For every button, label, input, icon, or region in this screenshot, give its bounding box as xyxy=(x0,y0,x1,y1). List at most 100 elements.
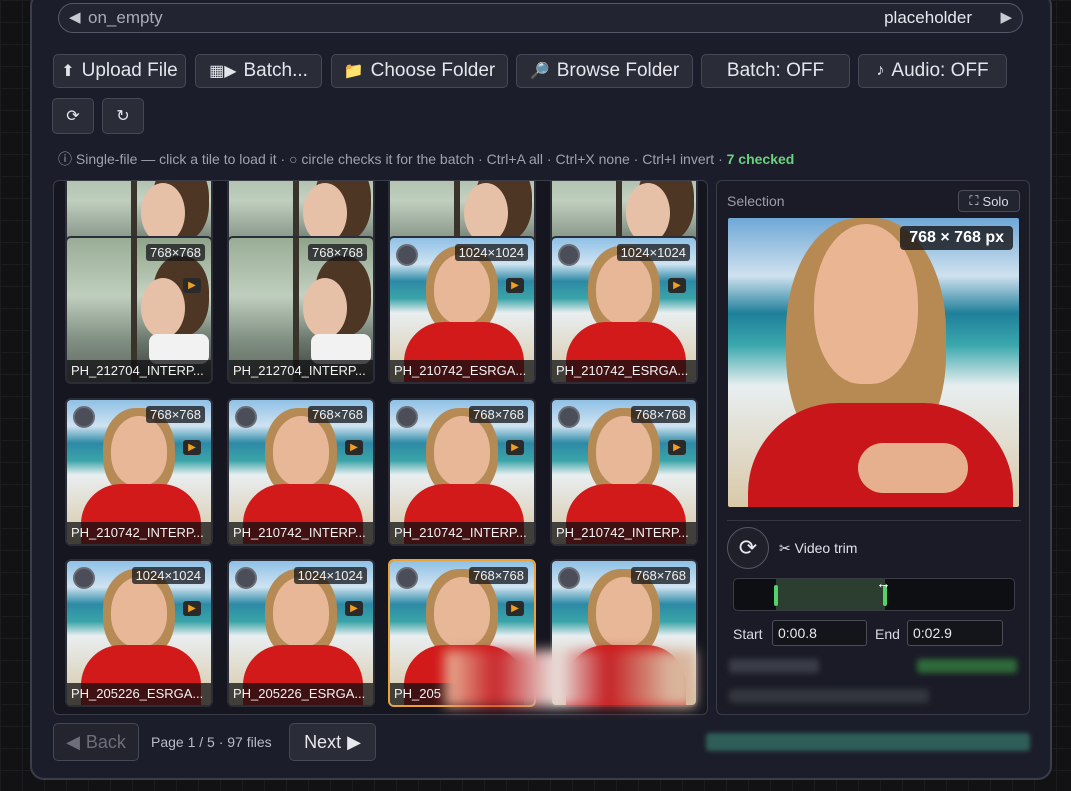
rotate-button[interactable]: ⟳ xyxy=(727,527,769,569)
batch-toggle-button[interactable]: Batch: OFF xyxy=(701,54,850,88)
file-tile[interactable]: 768×768 ▶ PH_210742_INTERP... xyxy=(388,398,536,546)
page-info: Page 1 / 5 · 97 files xyxy=(151,734,272,750)
video-play-icon: ▶ xyxy=(506,278,524,293)
combo-left-arrow-icon[interactable]: ◀ xyxy=(69,8,81,26)
video-play-icon: ▶ xyxy=(183,278,201,293)
file-tile[interactable]: 768×768 ▶ PH_210742_INTERP... xyxy=(65,398,213,546)
video-trim-title: ✂ Video trim xyxy=(779,540,857,557)
start-time-input[interactable] xyxy=(772,620,867,646)
back-arrow-icon: ◀ xyxy=(66,731,80,752)
refresh-icon: ⟳ xyxy=(66,108,80,125)
batch-play-icon: ▦▶ xyxy=(209,63,237,80)
batch-check-circle[interactable] xyxy=(558,406,580,428)
combo-right-arrow-icon[interactable]: ▶ xyxy=(1000,8,1012,26)
next-button[interactable]: Next ▶ xyxy=(289,723,376,761)
on-empty-combo[interactable]: ◀ on_empty placeholder ▶ xyxy=(58,3,1023,33)
batch-check-circle[interactable] xyxy=(235,567,257,589)
batch-check-circle[interactable] xyxy=(235,406,257,428)
audio-toggle-button[interactable]: ♪ Audio: OFF xyxy=(858,54,1007,88)
resize-cursor-icon: ↔ xyxy=(876,575,891,592)
back-button[interactable]: ◀ Back xyxy=(53,723,139,761)
preview-dims-badge: 768 × 768 px xyxy=(900,226,1013,250)
tile-filename: PH_205226_ESRGA... xyxy=(67,683,211,705)
selection-caption: Selection xyxy=(727,193,785,209)
tile-dims-badge: 768×768 xyxy=(469,406,528,423)
rotate-icon: ⟳ xyxy=(738,535,758,560)
tile-filename: PH_210742_ESRGA... xyxy=(552,360,696,382)
selection-panel: Selection ⛶ Solo 768 × 768 px ⟳ ✂ Video … xyxy=(716,180,1030,715)
video-play-icon: ▶ xyxy=(506,601,524,616)
trim-track[interactable]: ↔ xyxy=(733,575,1015,611)
video-play-icon: ▶ xyxy=(506,440,524,455)
file-tile[interactable]: 1024×1024 ▶ PH_205226_ESRGA... xyxy=(227,559,375,707)
combo-value: placeholder xyxy=(884,8,972,27)
back-label: Back xyxy=(85,731,126,752)
blurred-info xyxy=(729,659,819,673)
folder-icon: 📁 xyxy=(343,63,364,80)
batch-check-circle[interactable] xyxy=(558,567,580,589)
file-tile[interactable]: 1024×1024 ▶ PH_210742_ESRGA... xyxy=(550,236,698,384)
tile-dims-badge: 768×768 xyxy=(146,406,205,423)
file-tile[interactable]: 1024×1024 ▶ PH_205226_ESRGA... xyxy=(65,559,213,707)
help-hint-text: ⓘ Single-file — click a tile to load it … xyxy=(58,151,727,167)
tile-dims-badge: 1024×1024 xyxy=(616,244,690,261)
blurred-filename xyxy=(729,689,929,703)
blurred-status xyxy=(917,659,1017,673)
video-play-icon: ▶ xyxy=(183,601,201,616)
tile-filename: PH_210742_INTERP... xyxy=(552,522,696,544)
solo-button[interactable]: ⛶ Solo xyxy=(958,190,1020,212)
tile-dims-badge: 768×768 xyxy=(308,244,367,261)
upload-file-label: Upload File xyxy=(81,60,178,81)
fullscreen-icon: ⛶ xyxy=(969,193,979,208)
file-grid[interactable]: PH_212704_ESRGA...PH_212704_ESRGA...PH_2… xyxy=(53,180,708,715)
upload-icon: ⬆ xyxy=(61,63,75,80)
batch-check-circle[interactable] xyxy=(73,406,95,428)
file-tile[interactable]: 768×768 ▶ PH_210742_INTERP... xyxy=(550,398,698,546)
tile-dims-badge: 768×768 xyxy=(631,406,690,423)
file-tile[interactable]: 1024×1024 ▶ PH_210742_ESRGA... xyxy=(388,236,536,384)
video-play-icon: ▶ xyxy=(668,278,686,293)
combo-name: on_empty xyxy=(88,8,163,27)
tile-dims-badge: 1024×1024 xyxy=(293,567,367,584)
batch-check-circle[interactable] xyxy=(73,567,95,589)
tile-dims-badge: 768×768 xyxy=(308,406,367,423)
tile-filename: PH_210742_INTERP... xyxy=(390,522,534,544)
tile-dims-badge: 1024×1024 xyxy=(131,567,205,584)
trim-range xyxy=(776,579,885,610)
tile-filename: PH_210742_ESRGA... xyxy=(390,360,534,382)
choose-folder-button[interactable]: 📁 Choose Folder xyxy=(331,54,508,88)
batch-check-circle[interactable] xyxy=(558,244,580,266)
next-arrow-icon: ▶ xyxy=(347,731,361,752)
start-label: Start xyxy=(733,626,763,642)
browse-folder-button[interactable]: 🔎 Browse Folder xyxy=(516,54,693,88)
refresh-button[interactable]: ⟳ xyxy=(52,98,94,134)
tile-filename: PH_212704_INTERP... xyxy=(67,360,211,382)
video-play-icon: ▶ xyxy=(183,440,201,455)
batch-button[interactable]: ▦▶ Batch... xyxy=(195,54,322,88)
file-tile[interactable]: 768×768 PH_212704_INTERP... xyxy=(227,236,375,384)
reload-button[interactable]: ↻ xyxy=(102,98,144,134)
batch-check-circle[interactable] xyxy=(396,244,418,266)
tile-dims-badge: 768×768 xyxy=(469,567,528,584)
end-label: End xyxy=(875,626,900,642)
video-play-icon: ▶ xyxy=(668,440,686,455)
music-note-icon: ♪ xyxy=(876,62,885,79)
trim-start-handle[interactable] xyxy=(774,585,778,606)
batch-check-circle[interactable] xyxy=(396,406,418,428)
video-play-icon: ▶ xyxy=(345,601,363,616)
audio-toggle-label: Audio: OFF xyxy=(891,60,989,81)
video-play-icon: ▶ xyxy=(345,440,363,455)
file-tile[interactable]: 768×768 ▶ PH_210742_INTERP... xyxy=(227,398,375,546)
tile-filename: PH_212704_INTERP... xyxy=(229,360,373,382)
file-tile[interactable]: 768×768 ▶ PH_212704_INTERP... xyxy=(65,236,213,384)
reload-icon: ↻ xyxy=(116,108,130,125)
tile-dims-badge: 768×768 xyxy=(631,567,690,584)
choose-folder-label: Choose Folder xyxy=(370,60,496,81)
batch-check-circle[interactable] xyxy=(396,567,418,589)
batch-toggle-label: Batch: OFF xyxy=(726,60,825,81)
magnifier-icon: 🔎 xyxy=(529,63,550,80)
end-time-input[interactable] xyxy=(907,620,1003,646)
tile-dims-badge: 768×768 xyxy=(146,244,205,261)
tile-dims-badge: 1024×1024 xyxy=(454,244,528,261)
upload-file-button[interactable]: ⬆ Upload File xyxy=(53,54,186,88)
